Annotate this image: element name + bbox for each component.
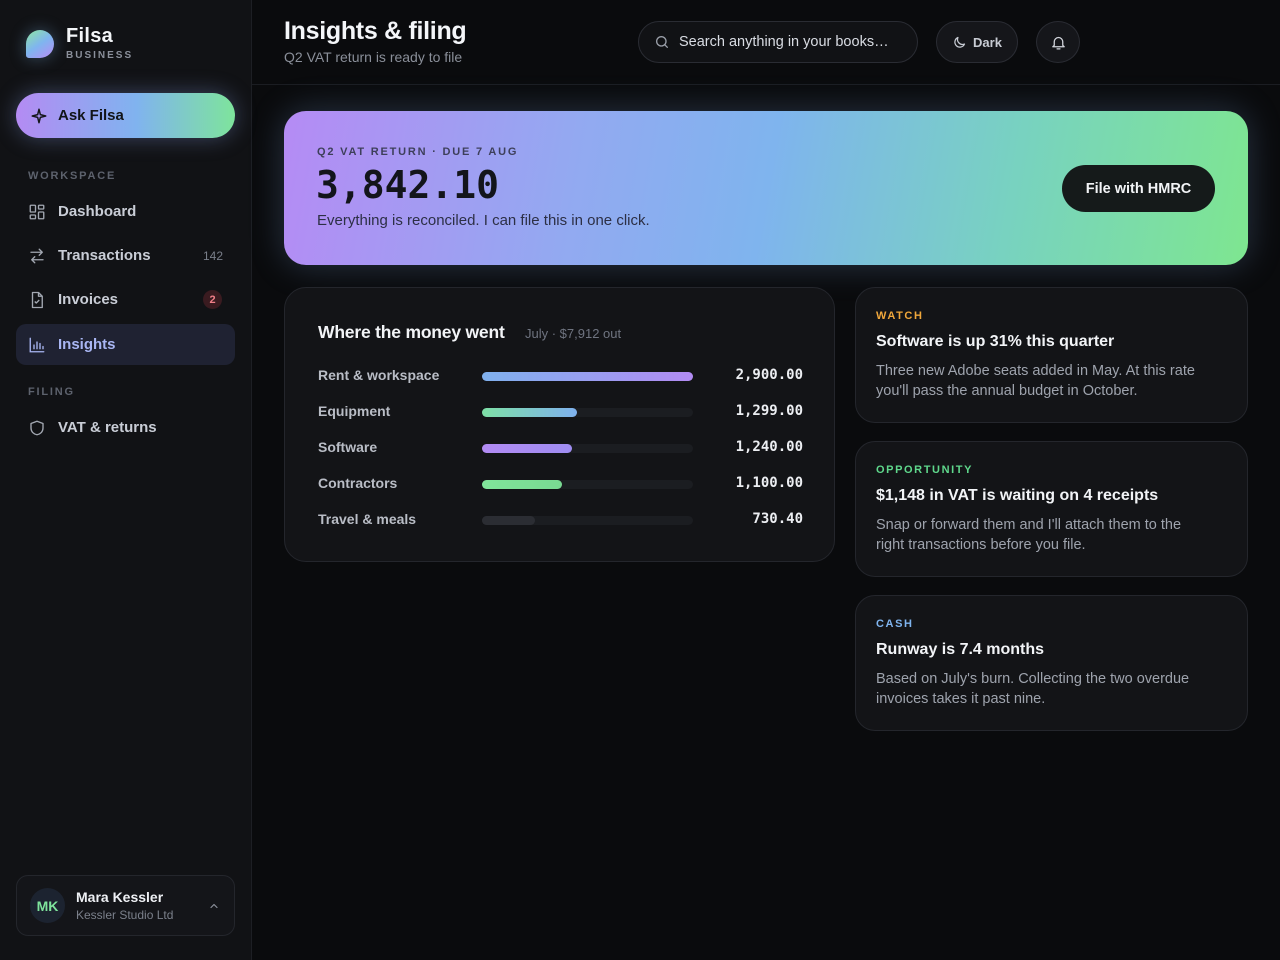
sidebar-item-vat-returns[interactable]: VAT & returns bbox=[16, 407, 235, 448]
spending-label: Travel & meals bbox=[318, 511, 417, 527]
sidebar-item-insights[interactable]: Insights bbox=[16, 324, 235, 365]
insight-title: Software is up 31% this quarter bbox=[876, 333, 1115, 350]
arrows-swap-icon bbox=[30, 248, 44, 263]
search-input[interactable] bbox=[679, 34, 899, 50]
top-header: Insights & filing Q2 VAT return is ready… bbox=[252, 0, 1280, 85]
spending-bar-track bbox=[482, 516, 693, 525]
sidebar-item-label: Invoices bbox=[58, 291, 119, 308]
insight-tag: CASH bbox=[876, 618, 914, 630]
ask-filsa-button[interactable]: Ask Filsa bbox=[16, 93, 235, 138]
spending-row: Travel & meals 730.40 bbox=[318, 510, 803, 530]
brand-name: Filsa bbox=[66, 25, 114, 47]
spending-value: 2,900.00 bbox=[735, 367, 803, 383]
insight-card-watch[interactable]: WATCH Software is up 31% this quarter Th… bbox=[855, 287, 1248, 423]
insight-title: Runway is 7.4 months bbox=[876, 641, 1045, 658]
spending-row: Software 1,240.00 bbox=[318, 438, 803, 458]
theme-toggle-label: Dark bbox=[973, 34, 1002, 50]
spending-title: Where the money went bbox=[318, 322, 505, 342]
spending-bar-track bbox=[482, 444, 693, 453]
insight-title: $1,148 in VAT is waiting on 4 receipts bbox=[876, 487, 1159, 504]
vat-return-description: Everything is reconciled. I can file thi… bbox=[317, 212, 650, 229]
sidebar-item-transactions[interactable]: Transactions 142 bbox=[16, 235, 235, 276]
page-title: Insights & filing bbox=[284, 17, 467, 45]
sidebar-item-label: Insights bbox=[58, 336, 116, 353]
insight-tag: WATCH bbox=[876, 310, 924, 322]
spending-value: 1,100.00 bbox=[735, 475, 803, 491]
spending-value: 1,299.00 bbox=[735, 403, 803, 419]
spending-row: Contractors 1,100.00 bbox=[318, 474, 803, 494]
file-with-hmrc-button[interactable]: File with HMRC bbox=[1062, 165, 1215, 212]
search-box[interactable] bbox=[638, 21, 918, 63]
sidebar-item-label: Dashboard bbox=[58, 203, 137, 220]
spending-bar-track bbox=[482, 408, 693, 417]
shield-icon bbox=[30, 420, 44, 435]
spending-label: Rent & workspace bbox=[318, 367, 440, 383]
spending-bar-track bbox=[482, 372, 693, 381]
spending-bar-track bbox=[482, 480, 693, 489]
insight-card-opportunity[interactable]: OPPORTUNITY $1,148 in VAT is waiting on … bbox=[855, 441, 1248, 577]
insight-body: Based on July's burn. Collecting the two… bbox=[876, 671, 1190, 707]
notifications-button[interactable] bbox=[1036, 21, 1080, 63]
invoices-badge: 2 bbox=[203, 290, 222, 309]
spending-value: 1,240.00 bbox=[735, 439, 803, 455]
sidebar-item-label: VAT & returns bbox=[58, 419, 157, 436]
user-org: Kessler Studio Ltd bbox=[76, 908, 174, 922]
spending-bar-fill bbox=[482, 516, 536, 525]
vat-return-label: Q2 VAT RETURN · DUE 7 AUG bbox=[317, 146, 519, 158]
bar-chart-icon bbox=[29, 337, 45, 352]
sidebar-item-invoices[interactable]: Invoices 2 bbox=[16, 279, 235, 320]
transactions-count: 142 bbox=[202, 248, 223, 263]
spending-label: Software bbox=[318, 439, 378, 455]
section-label-filing: FILING bbox=[28, 386, 75, 398]
spending-breakdown-card: Where the money went July · $7,912 out R… bbox=[284, 287, 835, 562]
vat-return-amount: 3,842.10 bbox=[316, 163, 500, 207]
sparkle-icon bbox=[31, 108, 47, 123]
ask-filsa-label: Ask Filsa bbox=[58, 107, 124, 124]
invoice-document-icon bbox=[31, 291, 43, 308]
sidebar-item-label: Transactions bbox=[58, 247, 151, 264]
avatar: MK bbox=[30, 888, 65, 923]
spending-bar-fill bbox=[482, 372, 693, 381]
insight-body: Snap or forward them and I'll attach the… bbox=[876, 517, 1182, 553]
search-icon bbox=[656, 36, 668, 48]
spending-bar-fill bbox=[482, 444, 573, 453]
sidebar: Filsa BUSINESS Ask Filsa WORKSPACE Dashb… bbox=[0, 0, 252, 960]
chevron-up-icon bbox=[210, 903, 218, 909]
spending-bar-fill bbox=[482, 408, 577, 417]
spending-bar-fill bbox=[482, 480, 563, 489]
spending-label: Contractors bbox=[318, 475, 398, 491]
page-subtitle: Q2 VAT return is ready to file bbox=[284, 49, 463, 65]
insight-tag: OPPORTUNITY bbox=[876, 464, 974, 476]
spending-value: 730.40 bbox=[752, 511, 803, 527]
spending-label: Equipment bbox=[318, 403, 391, 419]
brand-subtitle: BUSINESS bbox=[66, 50, 134, 61]
dashboard-icon bbox=[29, 204, 45, 219]
brand[interactable]: Filsa BUSINESS bbox=[26, 26, 133, 61]
user-name: Mara Kessler bbox=[76, 889, 164, 905]
insight-body: Three new Adobe seats added in May. At t… bbox=[876, 363, 1195, 399]
spending-meta: July · $7,912 out bbox=[525, 326, 622, 341]
filsa-logo-icon bbox=[26, 29, 54, 58]
user-menu[interactable]: MK Mara Kessler Kessler Studio Ltd bbox=[16, 875, 235, 936]
theme-toggle-button[interactable]: Dark bbox=[936, 21, 1018, 63]
section-label-workspace: WORKSPACE bbox=[28, 170, 117, 182]
moon-icon bbox=[954, 36, 966, 48]
sidebar-item-dashboard[interactable]: Dashboard bbox=[16, 191, 235, 232]
bell-icon bbox=[1051, 36, 1065, 50]
spending-row: Rent & workspace 2,900.00 bbox=[318, 366, 803, 386]
insight-card-cash[interactable]: CASH Runway is 7.4 months Based on July'… bbox=[855, 595, 1248, 731]
vat-return-banner: Q2 VAT RETURN · DUE 7 AUG 3,842.10 Every… bbox=[284, 111, 1248, 265]
spending-row: Equipment 1,299.00 bbox=[318, 402, 803, 422]
